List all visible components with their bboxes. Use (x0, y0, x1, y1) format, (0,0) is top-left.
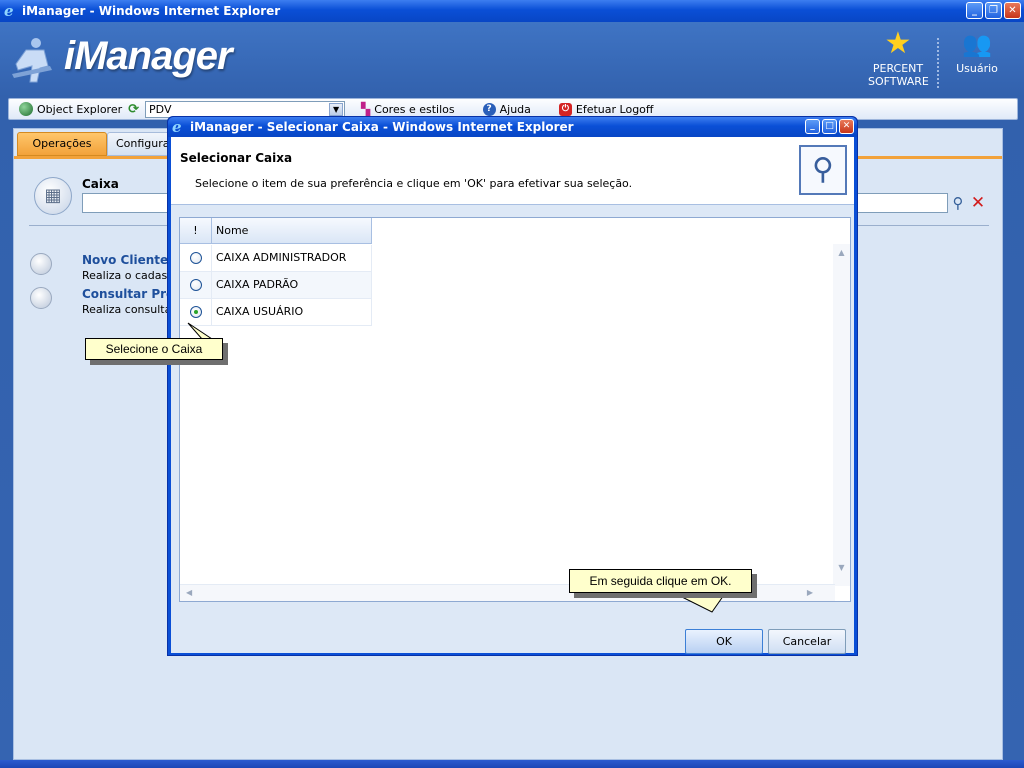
refresh-button[interactable]: ⟳ (128, 102, 139, 117)
percent-software-link[interactable]: ★ PERCENT SOFTWARE (868, 26, 929, 88)
object-explorer-button[interactable]: Object Explorer (19, 102, 122, 116)
ajuda-label: Ajuda (499, 102, 531, 116)
module-select-value: PDV (149, 102, 172, 116)
user-button[interactable]: 👥 Usuário (952, 26, 1002, 75)
magnifier-icon: ⚲ (799, 145, 847, 195)
table-row[interactable]: CAIXA ADMINISTRADOR (180, 245, 372, 272)
ajuda-button[interactable]: ? Ajuda (482, 102, 531, 116)
ie-icon: e (4, 2, 14, 20)
scroll-up-icon[interactable]: ▲ (833, 248, 850, 257)
object-explorer-label: Object Explorer (37, 102, 123, 116)
dialog-heading: Selecionar Caixa (180, 151, 293, 165)
ok-hint-callout: Em seguida clique em OK. (569, 569, 752, 593)
dialog-maximize-button[interactable]: □ (822, 119, 837, 134)
dialog-titlebar[interactable]: e iManager - Selecionar Caixa - Windows … (168, 117, 857, 137)
novo-cliente-icon[interactable] (30, 253, 52, 275)
globe-icon (19, 102, 33, 116)
caixa-grid: ! Nome CAIXA ADMINISTRADOR CAIXA PADRÃO … (179, 217, 851, 602)
ie-icon: e (172, 118, 182, 136)
grid-header: ! Nome (180, 218, 372, 244)
radio-button[interactable] (189, 252, 202, 264)
scroll-down-icon[interactable]: ▼ (833, 563, 850, 572)
scroll-right-icon[interactable]: ▶ (807, 588, 813, 597)
window-title: iManager - Windows Internet Explorer (22, 4, 281, 18)
caixa-label: Caixa (82, 177, 119, 191)
radio-button-selected[interactable] (189, 306, 202, 318)
window-titlebar[interactable]: e iManager - Windows Internet Explorer _… (0, 0, 1024, 22)
ok-button[interactable]: OK (685, 629, 763, 654)
row-radio-cell (180, 272, 212, 298)
select-caixa-callout: Selecione o Caixa (85, 338, 223, 360)
palette-icon: ▚ (361, 102, 371, 116)
restore-button[interactable]: ❐ (985, 2, 1002, 19)
imanager-logo-icon (12, 38, 52, 83)
minimize-button[interactable]: _ (966, 2, 983, 19)
power-icon: ⏻ (558, 102, 572, 116)
row-name: CAIXA ADMINISTRADOR (212, 245, 372, 271)
logoff-button[interactable]: ⏻ Efetuar Logoff (558, 102, 654, 116)
dialog-title: iManager - Selecionar Caixa - Windows In… (190, 120, 574, 134)
chevron-down-icon[interactable]: ▼ (329, 102, 344, 116)
taskbar (0, 760, 1024, 768)
calculator-icon: ▦ (34, 177, 72, 215)
star-icon: ★ (884, 26, 912, 61)
table-row[interactable]: CAIXA USUÁRIO (180, 299, 372, 326)
cores-estilos-label: Cores e estilos (374, 102, 455, 116)
refresh-icon: ⟳ (128, 101, 140, 117)
user-label: Usuário (956, 62, 998, 75)
logoff-label: Efetuar Logoff (575, 102, 654, 116)
search-icon[interactable]: ⚲ (948, 193, 968, 213)
dialog-subtitle: Selecione o item de sua preferência e cl… (195, 177, 633, 190)
grid-header-nome[interactable]: Nome (212, 218, 372, 243)
dialog-close-button[interactable]: ✕ (839, 119, 854, 134)
help-icon: ? (482, 102, 496, 116)
window-controls: _ ❐ ✕ (966, 2, 1021, 19)
close-button[interactable]: ✕ (1004, 2, 1021, 19)
header-separator (937, 38, 939, 88)
selecionar-caixa-dialog: e iManager - Selecionar Caixa - Windows … (167, 116, 858, 656)
tab-operacoes[interactable]: Operações (17, 132, 107, 156)
dialog-header: Selecionar Caixa Selecione o item de sua… (171, 137, 854, 205)
table-row[interactable]: CAIXA PADRÃO (180, 272, 372, 299)
row-radio-cell (180, 299, 212, 325)
dialog-controls: _ □ ✕ (805, 119, 854, 134)
logo-text: iManager (64, 34, 233, 78)
cancel-button[interactable]: Cancelar (768, 629, 846, 654)
novo-cliente-link[interactable]: Novo Cliente (82, 253, 168, 267)
row-name: CAIXA PADRÃO (212, 272, 372, 298)
dialog-minimize-button[interactable]: _ (805, 119, 820, 134)
row-radio-cell (180, 245, 212, 271)
scroll-left-icon[interactable]: ◀ (186, 588, 192, 597)
vertical-scrollbar[interactable]: ▲ ▼ (833, 244, 850, 586)
module-select[interactable]: PDV ▼ (145, 100, 346, 118)
consultar-preco-icon[interactable] (30, 287, 52, 309)
clear-icon[interactable]: ✕ (968, 193, 988, 213)
cores-estilos-button[interactable]: ▚ Cores e estilos (361, 102, 455, 116)
radio-button[interactable] (189, 279, 202, 291)
row-name: CAIXA USUÁRIO (212, 299, 372, 325)
percent-software-label: PERCENT SOFTWARE (868, 62, 929, 88)
users-icon: 👥 (962, 30, 992, 58)
grid-header-flag[interactable]: ! (180, 218, 212, 243)
